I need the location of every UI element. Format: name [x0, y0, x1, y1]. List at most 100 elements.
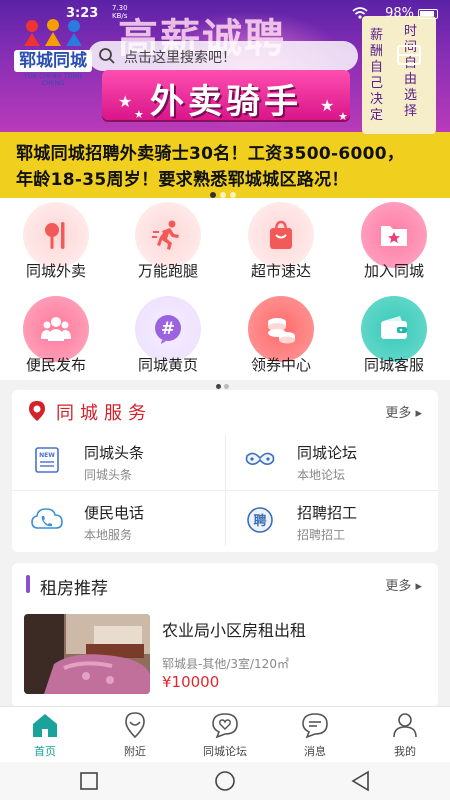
service-subtitle: 本地论坛	[297, 468, 346, 482]
wallet-icon	[381, 316, 407, 339]
service-name: 同城头条	[84, 444, 145, 462]
divider	[12, 490, 438, 491]
tab-label: 首页	[34, 745, 56, 758]
rental-recommend-card: 租房推荐 更多 ▸ 农业局小区房租出租 郓城县-其他/3室/120㎡ ¥1000…	[12, 563, 438, 707]
search-placeholder: 点击这里搜索吧！	[124, 50, 236, 66]
grid-icon-circle	[23, 202, 89, 268]
feature-grid: 同城外卖 万能跑腿 超市速达 加入同城 便民发布 # 同城黄页 领券中心 同城客…	[0, 198, 450, 380]
service-subtitle: 招聘招工	[297, 528, 346, 542]
grid-item-takeout[interactable]: 同城外卖	[0, 198, 112, 286]
system-navigation-bar	[0, 762, 450, 800]
city-services-title: 同城服务	[56, 403, 152, 424]
service-item-phone[interactable]: 便民电话 本地服务	[12, 492, 225, 550]
grid-label: 加入同城	[363, 262, 424, 280]
more-label: 更多	[385, 579, 412, 594]
banner-side-note-left: 薪酬自己决定	[370, 28, 384, 123]
svg-text:NEW: NEW	[39, 452, 55, 459]
city-services-more-link[interactable]: 更多 ▸	[385, 402, 422, 421]
hire-badge-char: 聘	[253, 513, 266, 529]
location-icon	[125, 712, 145, 739]
tab-label: 同城论坛	[203, 745, 247, 758]
more-label: 更多	[385, 406, 412, 421]
tab-nearby[interactable]: 附近	[90, 707, 180, 763]
grid-item-yellow-pages[interactable]: # 同城黄页	[112, 292, 224, 380]
grid-dot	[216, 384, 221, 389]
news-icon: NEW	[35, 447, 59, 473]
logo-figures-icon	[24, 19, 82, 46]
logo-text: 郓城同城	[14, 50, 92, 72]
grid-label: 便民发布	[25, 356, 86, 374]
banner-side-note-right: 时间自由选择	[404, 24, 418, 119]
message-icon	[302, 713, 328, 739]
grid-label: 同城外卖	[25, 262, 86, 280]
tab-label: 消息	[304, 745, 326, 758]
heart-chat-icon	[212, 713, 238, 739]
logo-subtext: YUN CHENG TONG CHENG	[23, 73, 83, 87]
people-icon	[41, 317, 71, 341]
grid-icon-circle	[23, 296, 89, 362]
wifi-icon	[352, 7, 368, 19]
banner-pagination	[210, 183, 240, 198]
grid-icon-circle	[248, 296, 314, 362]
search-input[interactable]: 点击这里搜索吧！	[88, 41, 358, 71]
grid-icon-circle: #	[135, 296, 201, 362]
star-decoration-icon: ★	[320, 96, 335, 115]
grid-dot	[224, 384, 229, 389]
grid-icon-circle	[361, 296, 427, 362]
grid-item-publish[interactable]: 便民发布	[0, 292, 112, 380]
hashtag-icon: #	[155, 315, 181, 344]
listing-price: ¥10000	[162, 673, 220, 691]
grid-icon-circle	[248, 202, 314, 268]
rental-listing[interactable]: 农业局小区房租出租 郓城县-其他/3室/120㎡ ¥10000	[12, 603, 438, 703]
grid-label: 万能跑腿	[137, 262, 198, 280]
tab-forum[interactable]: 同城论坛	[180, 707, 270, 763]
room-photo-illustration	[24, 614, 150, 694]
service-item-forum[interactable]: 同城论坛 本地论坛	[225, 432, 438, 490]
app-logo: 郓城同城 YUN CHENG TONG CHENG	[14, 18, 92, 87]
phone-icon	[31, 508, 63, 529]
star-decoration-icon: ★	[338, 110, 348, 123]
grid-item-coupons[interactable]: 领券中心	[225, 292, 337, 380]
service-item-recruit[interactable]: 聘 招聘招工 招聘招工	[225, 492, 438, 550]
tab-home[interactable]: 首页	[0, 707, 90, 763]
battery-percent: 98%	[385, 6, 414, 21]
coin-stack-icon	[268, 318, 295, 344]
grid-label: 同城黄页	[137, 356, 198, 374]
location-pin-icon	[29, 401, 45, 421]
runner-icon	[152, 220, 179, 250]
tab-label: 我的	[394, 745, 416, 758]
grid-item-join[interactable]: 加入同城	[338, 198, 450, 286]
battery-icon	[418, 9, 438, 19]
tab-label: 附近	[124, 745, 146, 758]
tab-messages[interactable]: 消息	[270, 707, 360, 763]
grid-item-supermarket[interactable]: 超市速达	[225, 198, 337, 286]
promo-banner[interactable]: 时间自由选择 薪酬自己决定 3:23 7.30 KB/s 98% 郓城同城 YU…	[0, 0, 450, 198]
fork-knife-icon	[45, 222, 65, 249]
back-triangle-icon[interactable]	[348, 769, 374, 793]
grid-icon-circle	[361, 202, 427, 268]
tab-profile[interactable]: 我的	[360, 707, 450, 763]
grid-label: 超市速达	[250, 262, 311, 280]
home-circle-icon[interactable]	[212, 769, 238, 793]
service-item-headlines[interactable]: NEW 同城头条 同城头条	[12, 432, 225, 490]
banner-caption-line-1: 郓城同城招聘外卖骑士30名！工资3500-6000，	[16, 144, 405, 164]
grid-item-errand[interactable]: 万能跑腿	[112, 198, 224, 286]
shopping-bag-icon	[270, 220, 292, 249]
rental-section-title: 租房推荐	[40, 579, 108, 599]
listing-info: 郓城县-其他/3室/120㎡	[162, 657, 289, 671]
grid-item-customer-service[interactable]: 同城客服	[338, 292, 450, 380]
mustache-icon	[245, 452, 275, 465]
home-icon	[33, 714, 57, 737]
city-services-header: 同城服务 更多 ▸	[12, 390, 438, 430]
recents-square-icon[interactable]	[76, 769, 102, 793]
search-icon	[99, 48, 115, 64]
bottom-tab-bar: 首页 附近 同城论坛 消息 我的	[0, 706, 450, 762]
scan-icon[interactable]	[396, 42, 422, 68]
grid-icon-circle	[135, 202, 201, 268]
user-icon	[393, 713, 417, 738]
folder-star-icon	[381, 226, 407, 246]
service-name: 便民电话	[84, 504, 145, 522]
hire-badge-icon: 聘	[247, 507, 273, 533]
rental-more-link[interactable]: 更多 ▸	[385, 575, 422, 594]
service-subtitle: 同城头条	[84, 468, 133, 482]
